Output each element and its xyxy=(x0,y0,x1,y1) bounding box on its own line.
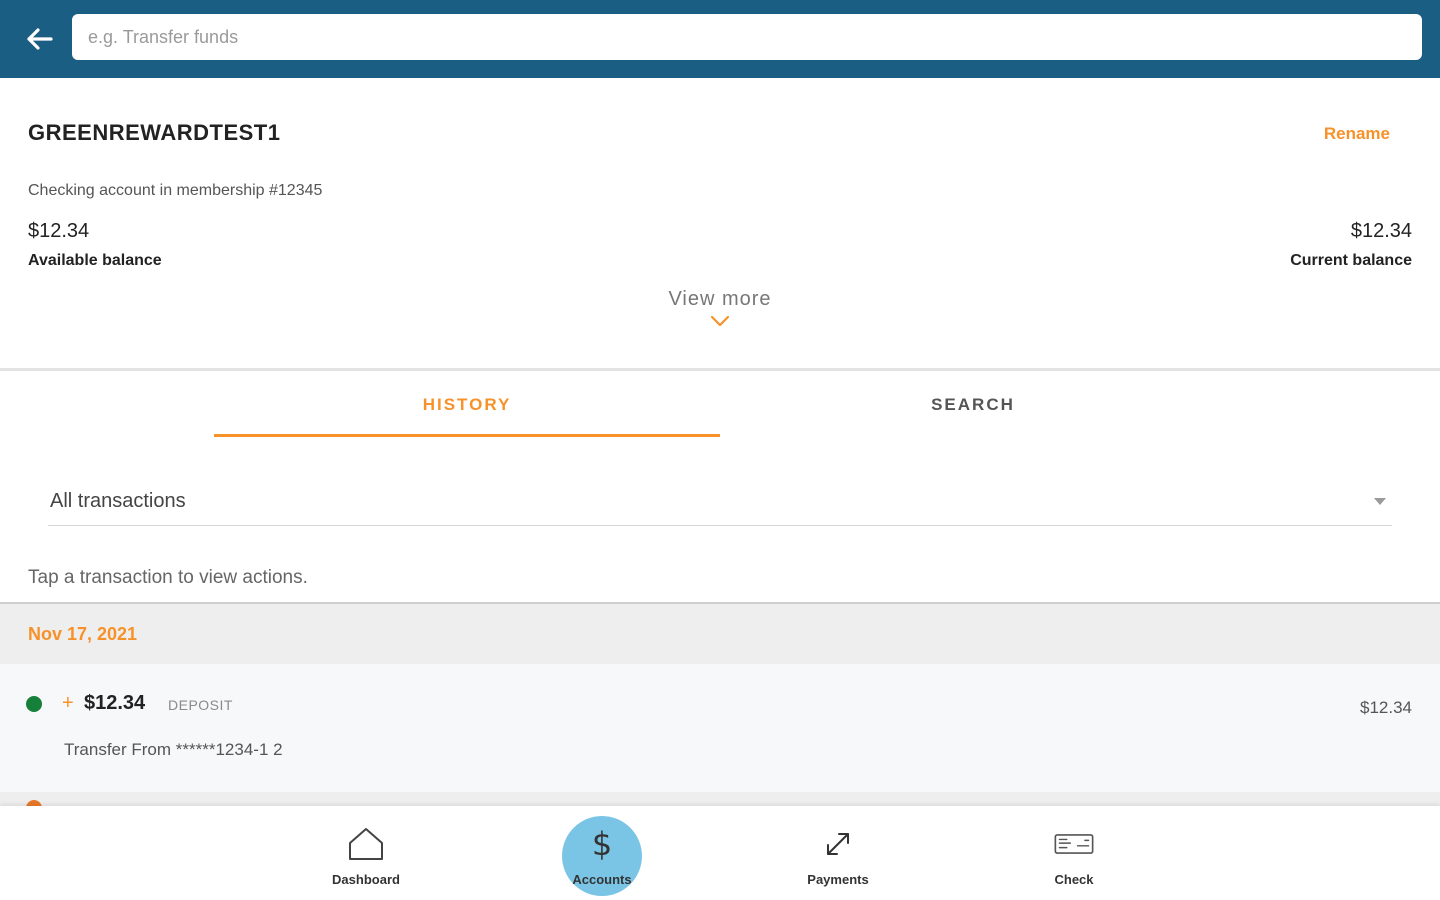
available-balance-amount: $12.34 xyxy=(28,220,90,242)
search-input[interactable] xyxy=(72,14,1422,60)
view-more-button[interactable]: View more xyxy=(620,288,820,344)
home-icon xyxy=(346,824,386,864)
nav-check[interactable]: Check xyxy=(1004,806,1144,900)
dropdown-caret-icon xyxy=(1374,498,1386,505)
view-more-label: View more xyxy=(668,288,772,310)
nav-payments[interactable]: Payments xyxy=(768,806,908,900)
transaction-type: DEPOSIT xyxy=(168,697,233,713)
check-icon xyxy=(1054,824,1094,864)
nav-dashboard[interactable]: Dashboard xyxy=(296,806,436,900)
filter-selected-value: All transactions xyxy=(50,490,186,512)
current-balance-label: Current balance xyxy=(1290,252,1412,269)
top-bar xyxy=(0,0,1440,78)
status-dot-icon xyxy=(26,696,42,712)
transaction-description: Transfer From ******1234-1 2 xyxy=(64,740,283,759)
tab-search[interactable]: SEARCH xyxy=(720,372,1226,438)
back-arrow-icon xyxy=(27,28,53,50)
transaction-row[interactable]: + $12.34 DEPOSIT $12.34 Transfer From **… xyxy=(0,664,1440,792)
current-balance-amount: $12.34 xyxy=(1350,220,1412,242)
tab-history[interactable]: HISTORY xyxy=(214,372,720,438)
transfer-arrows-icon xyxy=(818,824,858,864)
transaction-amount: $12.34 xyxy=(84,692,146,714)
dollar-icon: $ xyxy=(591,825,613,863)
transaction-filter-select[interactable]: All transactions xyxy=(48,478,1392,526)
nav-accounts-label: Accounts xyxy=(572,872,632,887)
account-description: Checking account in membership #12345 xyxy=(28,182,323,199)
transaction-sign: + xyxy=(62,692,74,714)
back-button[interactable] xyxy=(22,22,56,56)
available-balance-label: Available balance xyxy=(28,252,162,269)
account-name: GREENREWARDTEST1 xyxy=(28,120,281,145)
transaction-hint: Tap a transaction to view actions. xyxy=(28,567,308,588)
date-group-label: Nov 17, 2021 xyxy=(28,624,138,644)
date-group-header: Nov 17, 2021 xyxy=(0,602,1440,664)
transaction-balance: $12.34 xyxy=(1360,698,1412,717)
nav-accounts[interactable]: $ Accounts xyxy=(532,806,672,900)
chevron-down-icon xyxy=(710,315,730,327)
nav-check-label: Check xyxy=(1054,872,1094,887)
bottom-navigation: Dashboard $ Accounts Payments Check xyxy=(0,806,1440,900)
nav-payments-label: Payments xyxy=(807,872,869,887)
rename-button[interactable]: Rename xyxy=(1324,124,1390,144)
active-tab-indicator xyxy=(214,434,720,437)
nav-dashboard-label: Dashboard xyxy=(332,872,400,887)
section-divider xyxy=(0,368,1440,371)
